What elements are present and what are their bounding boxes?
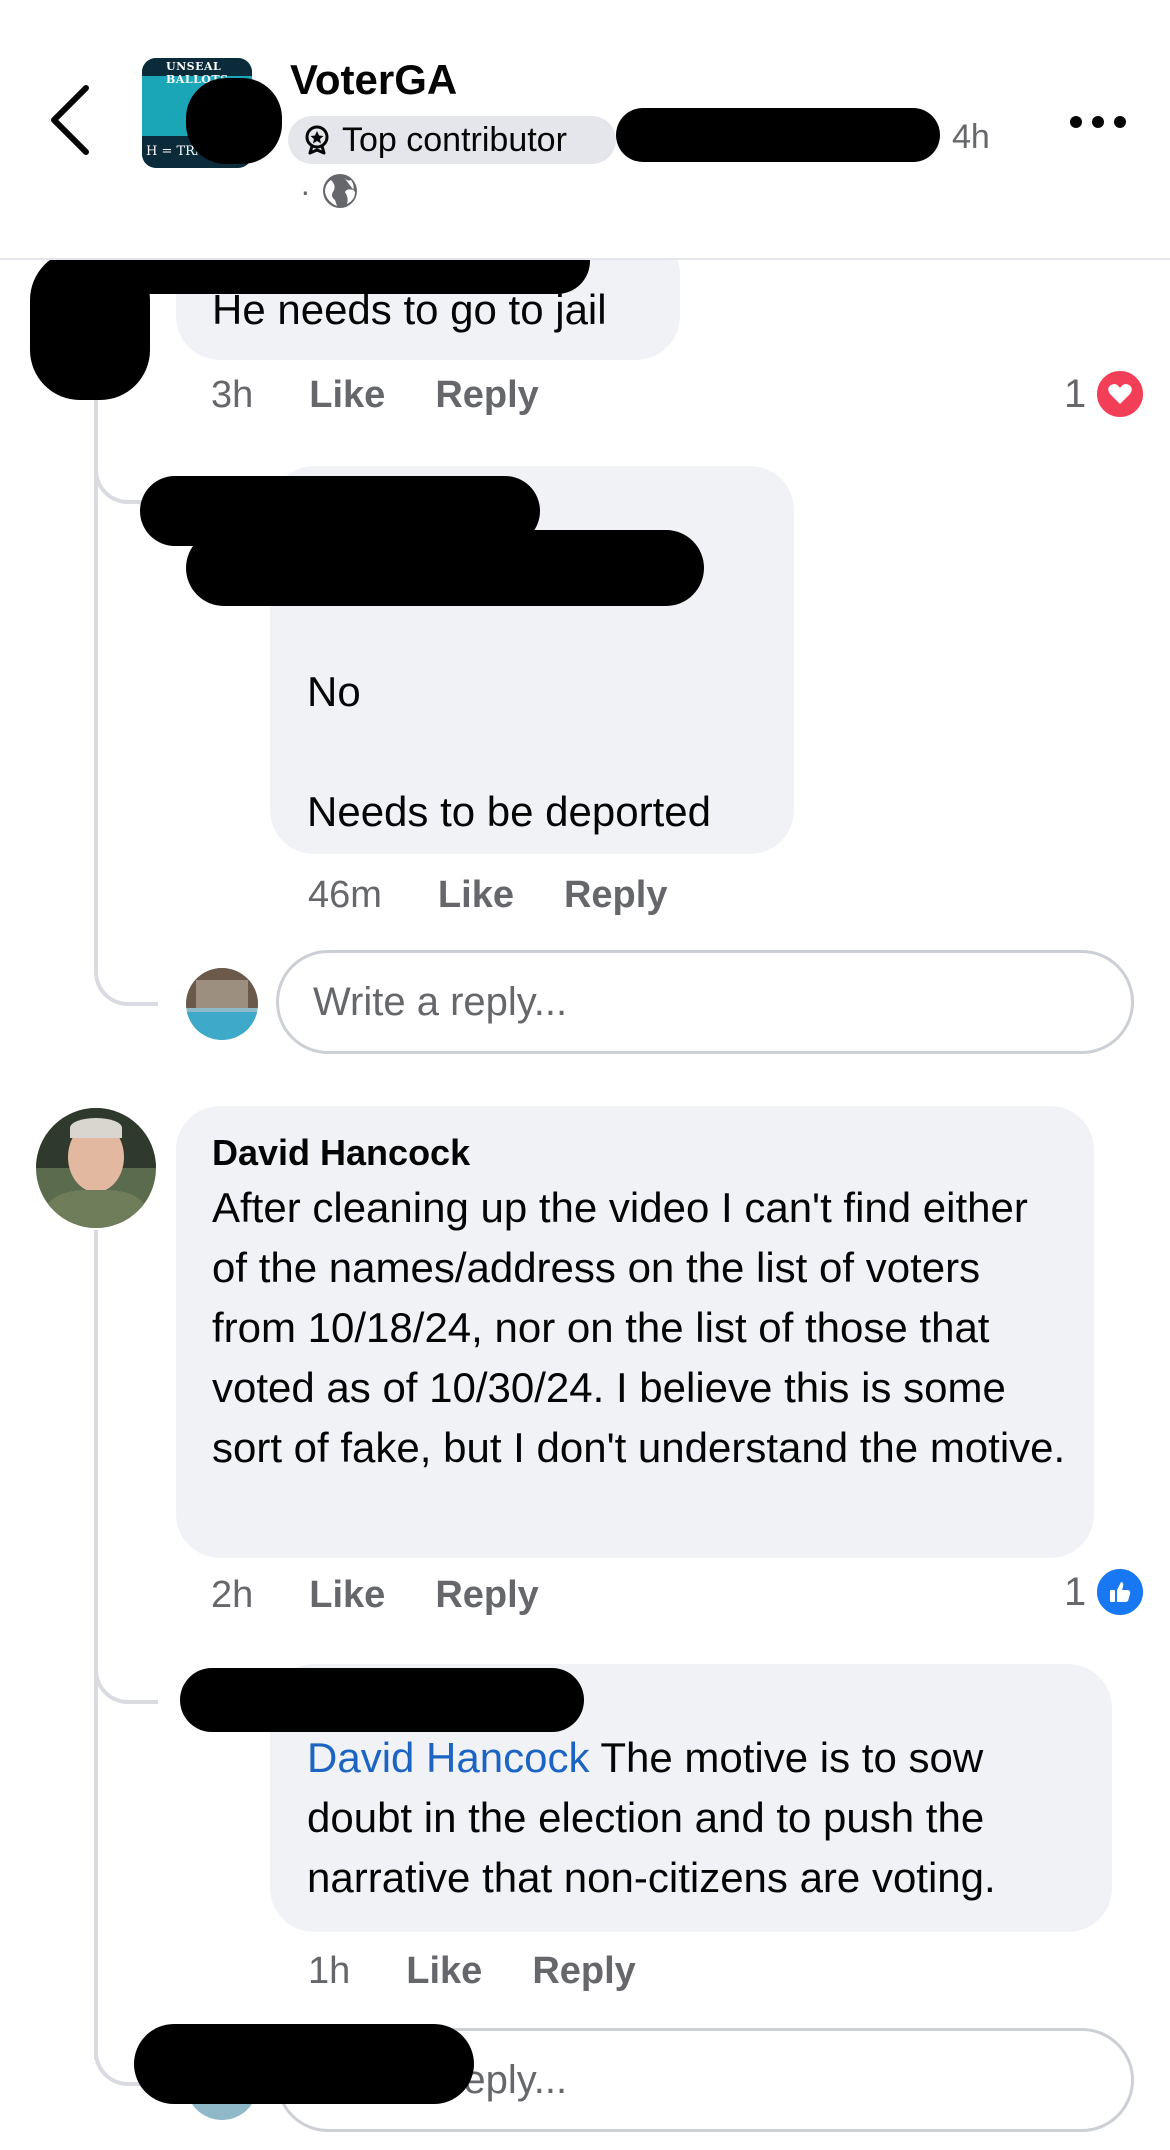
write-reply-placeholder: Write a reply... (313, 979, 568, 1024)
write-reply-input[interactable]: Write a reply... (276, 950, 1134, 1054)
reply-time: 1h (308, 1950, 351, 1992)
reaction-count: 1 (1064, 371, 1087, 416)
comment-time: 2h (211, 1574, 254, 1616)
comment-author[interactable]: David Hancock (212, 1132, 470, 1174)
reply-button[interactable]: Reply (564, 874, 667, 917)
like-reaction-icon (1094, 1566, 1147, 1618)
reply-text-line2: Needs to be deported (307, 788, 711, 835)
comment-time: 3h (211, 374, 254, 416)
like-button[interactable]: Like (406, 1950, 482, 1993)
reply-button[interactable]: Reply (532, 1950, 635, 1993)
thread-connector (94, 940, 158, 1006)
thread-connector (94, 1640, 158, 1704)
page-name[interactable]: VoterGA (290, 56, 457, 104)
award-badge-icon (305, 125, 329, 155)
reply-actions: 1h Like Reply (308, 1950, 686, 1993)
user-avatar (186, 968, 258, 1040)
commenter-avatar[interactable] (36, 1108, 156, 1228)
comment-text: After cleaning up the video I can't find… (212, 1184, 1066, 1471)
like-button[interactable]: Like (309, 374, 385, 417)
reply-button[interactable]: Reply (435, 374, 538, 417)
comment-actions: 2h Like Reply (211, 1574, 589, 1617)
comment-bubble: David Hancock After cleaning up the vide… (176, 1106, 1094, 1558)
redaction-mark (180, 1668, 584, 1732)
redaction-mark (186, 530, 704, 606)
like-button[interactable]: Like (438, 874, 514, 917)
post-header: UNSEAL BALLOTS H = TRA VoterGA Top contr… (0, 0, 1170, 260)
separator-dot: · (300, 172, 311, 209)
redaction-mark (616, 108, 940, 162)
audience-row: · (300, 172, 359, 210)
back-arrow-icon[interactable] (44, 80, 104, 160)
reaction-count: 1 (1064, 1569, 1087, 1614)
reply-actions: 46m Like Reply (308, 874, 717, 917)
redaction-mark (186, 78, 282, 164)
like-button[interactable]: Like (309, 1574, 385, 1617)
thread-line (94, 330, 98, 970)
reply-text: David Hancock The motive is to sow doubt… (307, 1728, 1087, 1908)
reply-text-line1: No (307, 668, 361, 715)
reply-time: 46m (308, 874, 382, 916)
reaction-summary[interactable]: 1 (1064, 368, 1147, 420)
mention-link[interactable]: David Hancock (307, 1734, 589, 1781)
post-timestamp: 4h (952, 118, 990, 156)
more-options-icon[interactable] (1068, 110, 1128, 134)
comment-actions: 3h Like Reply (211, 374, 589, 417)
reply-button[interactable]: Reply (435, 1574, 538, 1617)
redaction-mark (30, 250, 150, 400)
love-reaction-icon (1094, 368, 1147, 420)
globe-icon (322, 174, 357, 208)
top-contributor-badge: Top contributor (288, 116, 616, 164)
redaction-mark (134, 2024, 474, 2104)
reaction-summary[interactable]: 1 (1064, 1566, 1147, 1618)
badge-label: Top contributor (342, 120, 567, 159)
